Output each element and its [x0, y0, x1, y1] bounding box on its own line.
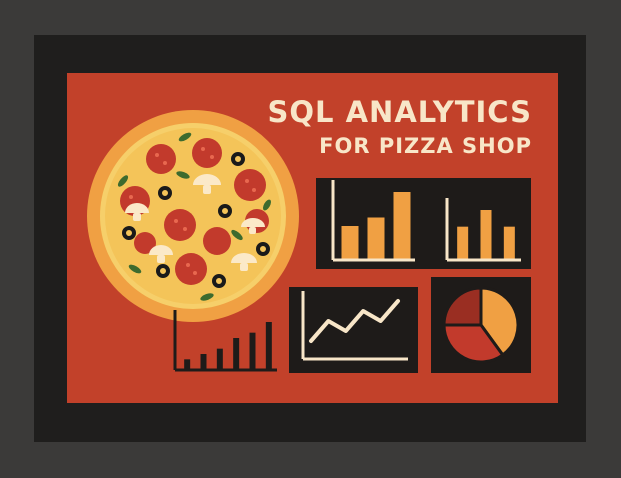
bar — [341, 226, 359, 260]
bar — [480, 210, 492, 260]
bar — [200, 354, 207, 370]
bar — [457, 226, 469, 260]
bar-chart-panel — [316, 178, 531, 269]
bar — [233, 338, 240, 370]
bar — [393, 192, 411, 260]
pie-chart-panel — [431, 277, 531, 373]
line-chart-panel — [289, 287, 418, 373]
bar — [503, 226, 515, 260]
pizza-icon — [87, 110, 299, 322]
pie-chart-icon — [442, 286, 520, 364]
bar — [184, 359, 191, 370]
bar — [249, 332, 256, 370]
poster: SQL ANALYTICS FOR PIZZA SHOP — [67, 73, 558, 403]
bar — [216, 348, 223, 370]
bar — [367, 217, 385, 260]
bar — [265, 322, 272, 370]
poster-artwork — [87, 110, 531, 373]
